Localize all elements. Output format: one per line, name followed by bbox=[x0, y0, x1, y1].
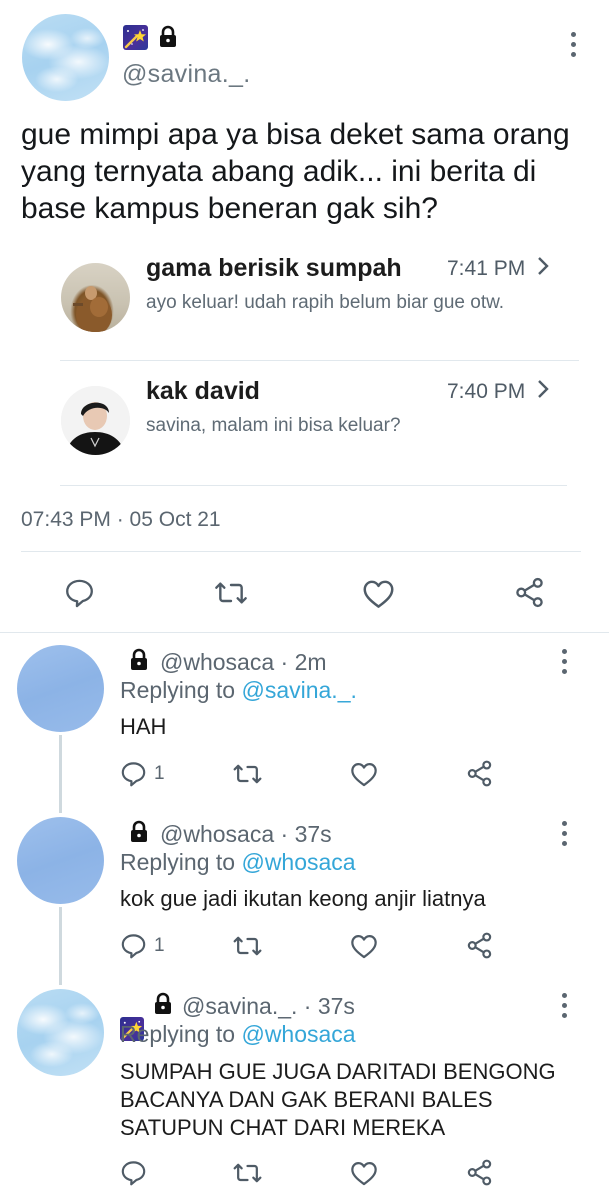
like-icon[interactable] bbox=[350, 761, 378, 787]
replying-to: Replying to @whosaca bbox=[120, 849, 356, 876]
retweet-icon[interactable] bbox=[232, 1159, 263, 1187]
avatar[interactable] bbox=[22, 14, 109, 101]
replying-to: Replying to @savina._. bbox=[120, 677, 357, 704]
reply-text: HAH bbox=[120, 714, 167, 739]
reply-header: @whosaca · 37s bbox=[160, 821, 332, 848]
replying-label: Replying to bbox=[120, 849, 236, 875]
reply-count: 1 bbox=[154, 763, 165, 784]
chevron-right-icon[interactable] bbox=[537, 379, 549, 399]
replying-label: Replying to bbox=[120, 1021, 236, 1047]
tweet-timestamp: 07:43 PM · 05 Oct 21 bbox=[21, 508, 221, 531]
more-icon[interactable] bbox=[566, 32, 580, 57]
reply-icon[interactable] bbox=[120, 760, 147, 787]
share-icon[interactable] bbox=[465, 759, 494, 788]
chat-name: gama berisik sumpah bbox=[146, 254, 402, 282]
lock-icon bbox=[131, 648, 147, 670]
chat-time: 7:41 PM bbox=[447, 257, 526, 280]
retweet-icon[interactable] bbox=[232, 932, 263, 960]
reply-text-line: SUMPAH GUE JUGA DARITADI BENGONG bbox=[120, 1059, 556, 1084]
thread-line bbox=[59, 907, 62, 985]
reply-text: SUMPAH GUE JUGA DARITADI BENGONG BACANYA… bbox=[120, 1058, 556, 1142]
share-icon[interactable] bbox=[465, 931, 494, 960]
reply-text: kok gue jadi ikutan keong anjir liatnya bbox=[120, 886, 486, 911]
share-icon[interactable] bbox=[465, 1158, 494, 1187]
like-icon[interactable] bbox=[350, 933, 378, 959]
chat-name: kak david bbox=[146, 377, 260, 405]
more-icon[interactable] bbox=[557, 649, 571, 674]
reply-text-line: SATUPUN CHAT DARI MEREKA bbox=[120, 1115, 446, 1140]
chevron-right-icon[interactable] bbox=[537, 256, 549, 276]
reply-handle[interactable]: @whosaca bbox=[160, 649, 274, 675]
reply-header: @whosaca · 2m bbox=[160, 649, 327, 676]
replying-to-handle[interactable]: @savina._. bbox=[241, 677, 356, 703]
reply-time: · 2m bbox=[280, 649, 327, 675]
replying-to-handle[interactable]: @whosaca bbox=[241, 1021, 355, 1047]
avatar[interactable] bbox=[17, 989, 104, 1076]
avatar[interactable] bbox=[17, 645, 104, 732]
replying-label: Replying to bbox=[120, 677, 236, 703]
lock-icon bbox=[131, 820, 147, 842]
more-icon[interactable] bbox=[557, 993, 571, 1018]
lock-icon bbox=[160, 25, 176, 47]
reply-time: · 37s bbox=[303, 993, 355, 1019]
reply-header: @savina._. · 37s bbox=[182, 993, 355, 1020]
tweet-text: gue mimpi apa ya bisa deket sama orang y… bbox=[21, 118, 570, 225]
section-divider bbox=[21, 551, 581, 552]
chat-divider bbox=[60, 360, 579, 361]
reply-text-line: BACANYA DAN GAK BERANI BALES bbox=[120, 1087, 493, 1112]
chat-divider bbox=[60, 485, 567, 486]
replying-to: Replying to @whosaca bbox=[120, 1021, 356, 1048]
avatar bbox=[61, 386, 130, 455]
reply-handle[interactable]: @whosaca bbox=[160, 821, 274, 847]
author-handle[interactable]: @savina._. bbox=[122, 60, 250, 89]
avatar bbox=[61, 263, 130, 332]
replying-to-handle[interactable]: @whosaca bbox=[241, 849, 355, 875]
reply-icon[interactable] bbox=[64, 577, 95, 608]
chat-time: 7:40 PM bbox=[447, 380, 526, 403]
thread-line bbox=[59, 735, 62, 813]
reply-icon[interactable] bbox=[120, 1159, 147, 1186]
share-icon[interactable] bbox=[513, 576, 546, 609]
lock-icon bbox=[155, 992, 171, 1014]
like-icon[interactable] bbox=[350, 1160, 378, 1186]
shooting-star-emoji-icon bbox=[123, 25, 148, 50]
retweet-icon[interactable] bbox=[213, 577, 249, 609]
chat-message: ayo keluar! udah rapih belum biar gue ot… bbox=[146, 292, 505, 313]
section-divider bbox=[0, 632, 609, 633]
reply-time: · 37s bbox=[280, 821, 332, 847]
more-icon[interactable] bbox=[557, 821, 571, 846]
retweet-icon[interactable] bbox=[232, 760, 263, 788]
reply-handle[interactable]: @savina._. bbox=[182, 993, 297, 1019]
reply-icon[interactable] bbox=[120, 932, 147, 959]
like-icon[interactable] bbox=[362, 578, 395, 609]
chat-message: savina, malam ini bisa keluar? bbox=[146, 415, 401, 436]
avatar[interactable] bbox=[17, 817, 104, 904]
reply-count: 1 bbox=[154, 935, 165, 956]
